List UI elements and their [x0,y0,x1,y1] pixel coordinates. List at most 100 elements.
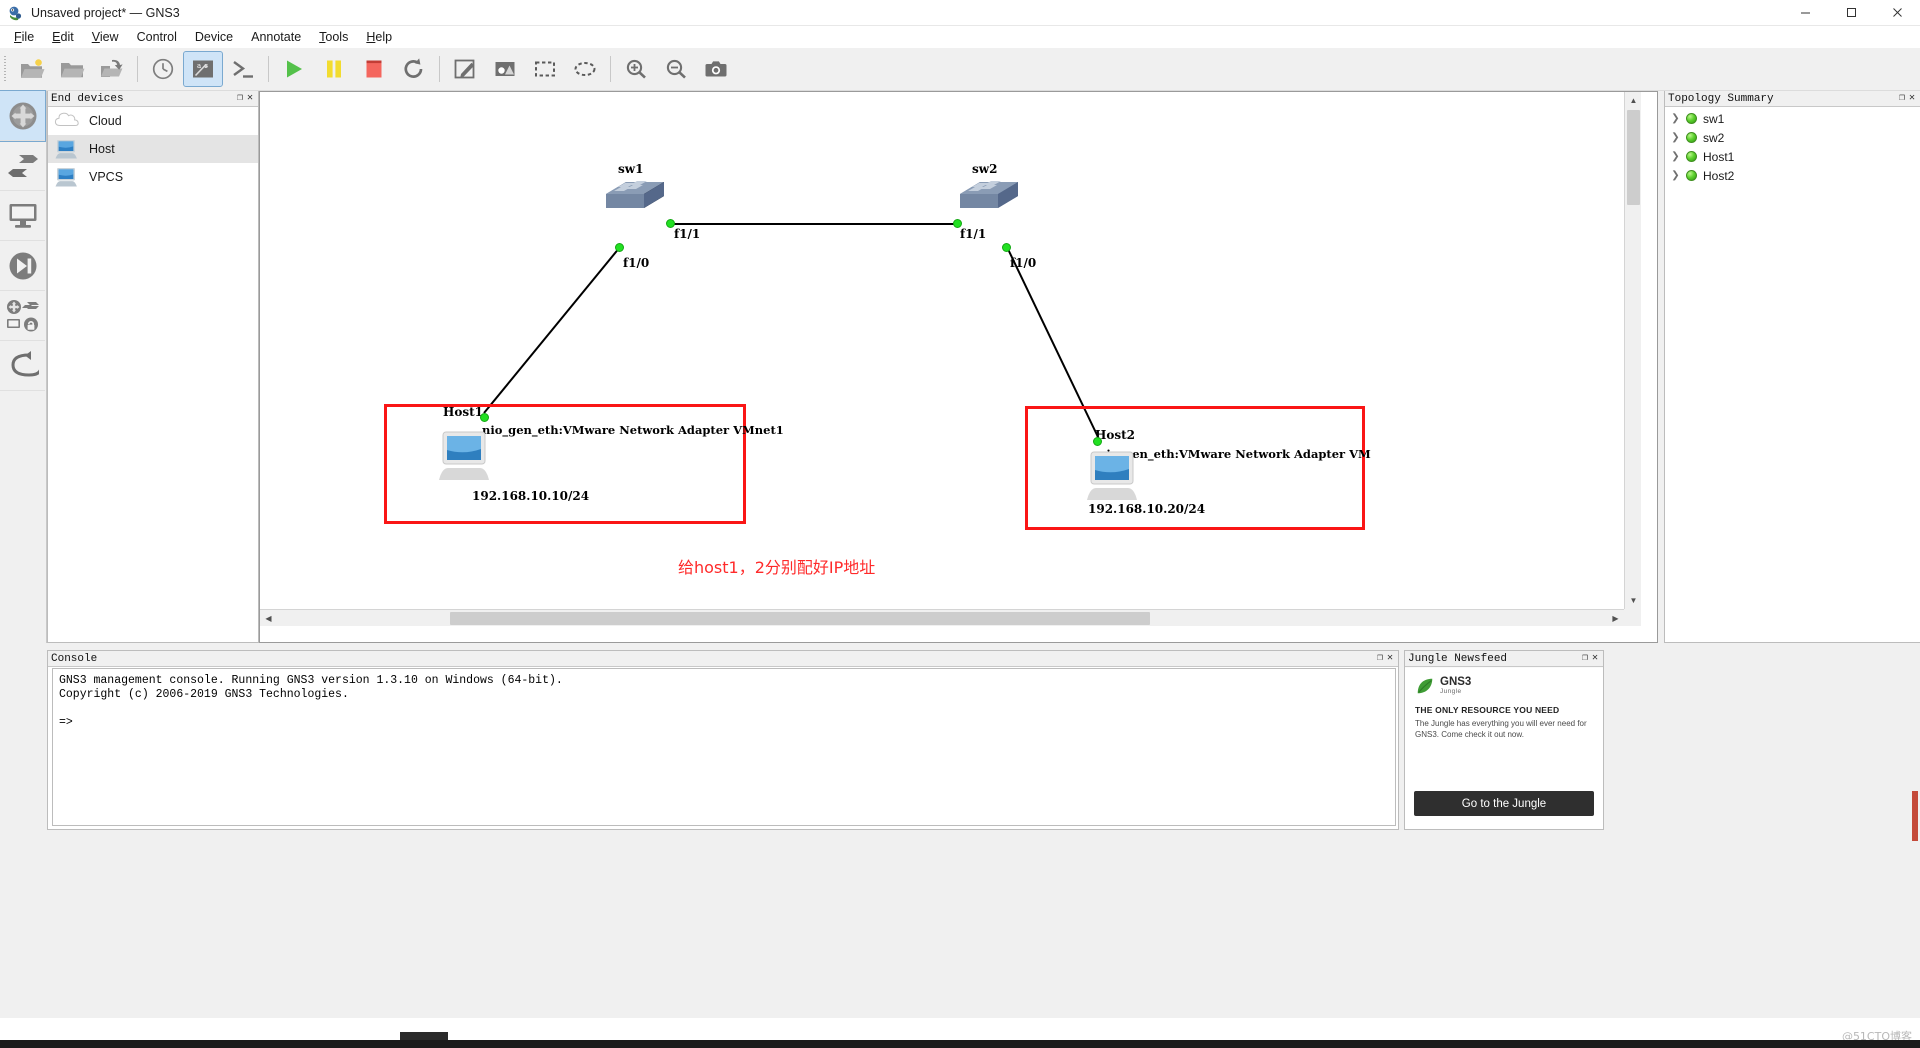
taskbar-strip [0,1040,1920,1048]
ip-label-host2[interactable]: 192.168.10.20/24 [1088,502,1205,516]
save-project-as-icon[interactable] [93,52,131,86]
topology-node-host2[interactable]: ❯ Host2 [1665,166,1920,185]
jungle-newsfeed-panel: Jungle Newsfeed ❐ ✕ GNS3 Jungle THE ONLY… [1404,650,1604,830]
menu-control[interactable]: Control [128,28,186,46]
node-label-host1[interactable]: Host1 [443,405,483,419]
toolbar-grip[interactable] [2,56,9,82]
console-prompt: => [59,716,73,729]
rail-switches-icon[interactable] [0,141,45,191]
console-output[interactable]: GNS3 management console. Running GNS3 ve… [52,668,1396,826]
scroll-right-arrow[interactable]: ▶ [1607,610,1624,626]
vertical-scroll-thumb[interactable] [1627,110,1640,205]
new-project-icon[interactable] [13,52,51,86]
menu-file[interactable]: File [5,28,43,46]
float-icon[interactable]: ❐ [1899,93,1905,104]
go-to-jungle-button[interactable]: Go to the Jungle [1414,791,1594,816]
node-label-sw2[interactable]: sw2 [972,162,997,176]
chevron-right-icon[interactable]: ❯ [1671,170,1680,181]
insert-picture-icon[interactable] [486,52,524,86]
rail-security-devices-icon[interactable] [0,241,45,291]
reload-all-icon[interactable] [395,52,433,86]
zoom-out-icon[interactable] [657,52,695,86]
interface-label-sw1-f1-1[interactable]: f1/1 [674,227,700,241]
screenshot-icon[interactable] [697,52,735,86]
menu-annotate[interactable]: Annotate [242,28,310,46]
canvas-horizontal-scrollbar[interactable]: ◀ ▶ [260,609,1641,626]
topology-node-sw2[interactable]: ❯ sw2 [1665,128,1920,147]
start-all-icon[interactable] [275,52,313,86]
stop-all-icon[interactable] [355,52,393,86]
device-item-host[interactable]: Host [48,135,258,163]
link-sw1-host1[interactable] [483,246,621,414]
draw-ellipse-icon[interactable] [566,52,604,86]
draw-rectangle-icon[interactable] [526,52,564,86]
scroll-down-arrow[interactable]: ▼ [1625,592,1641,609]
close-icon[interactable]: ✕ [1909,93,1915,104]
canvas-vertical-scrollbar[interactable]: ▲ ▼ [1624,92,1641,626]
menu-view[interactable]: View [83,28,128,46]
float-icon[interactable]: ❐ [1377,653,1383,664]
close-icon[interactable]: ✕ [247,93,253,104]
topology-node-label: sw1 [1703,111,1725,126]
interface-label-sw2-f1-0[interactable]: f1/0 [1010,256,1036,270]
console-all-icon[interactable] [224,52,262,86]
rail-routers-icon[interactable] [0,90,46,142]
close-icon[interactable]: ✕ [1592,653,1598,664]
device-item-vpcs[interactable]: VPCS [48,163,258,191]
rail-all-devices-icon[interactable] [0,291,45,341]
menu-edit[interactable]: Edit [43,28,83,46]
snapshot-clock-icon[interactable] [144,52,182,86]
close-button[interactable] [1874,0,1920,26]
end-devices-panel-title: End devices [51,92,124,105]
close-icon[interactable]: ✕ [1387,653,1393,664]
float-icon[interactable]: ❐ [1582,653,1588,664]
add-note-icon[interactable] [446,52,484,86]
menu-device[interactable]: Device [186,28,242,46]
node-host1[interactable] [437,430,495,482]
topology-summary-header: Topology Summary ❐ ✕ [1665,91,1920,107]
node-label-sw1[interactable]: sw1 [618,162,643,176]
horizontal-scroll-thumb[interactable] [450,612,1150,625]
ip-label-host1[interactable]: 192.168.10.10/24 [472,489,589,503]
zoom-in-icon[interactable] [617,52,655,86]
taskbar-item[interactable] [400,1032,448,1040]
port-led-sw1-f1-0[interactable] [615,243,624,252]
port-led-host2[interactable] [1093,437,1102,446]
chinese-annotation[interactable]: 给host1，2分别配好IP地址 [678,554,875,578]
port-led-sw2-f1-0[interactable] [1002,243,1011,252]
console-line: GNS3 management console. Running GNS3 ve… [59,674,563,687]
interface-label-sw1-f1-0[interactable]: f1/0 [623,256,649,270]
device-item-label: Cloud [89,114,122,128]
menu-help[interactable]: Help [357,28,401,46]
toolbar-separator [610,56,611,82]
pause-all-icon[interactable] [315,52,353,86]
float-icon[interactable]: ❐ [237,93,243,104]
minimize-button[interactable] [1782,0,1828,26]
scroll-left-arrow[interactable]: ◀ [260,610,277,626]
show-interface-labels-icon[interactable]: a c [183,51,223,87]
node-sw1[interactable] [604,178,666,212]
menu-tools[interactable]: Tools [310,28,357,46]
topology-summary-list: ❯ sw1 ❯ sw2 ❯ Host1 ❯ Host2 [1665,107,1920,185]
chevron-right-icon[interactable]: ❯ [1671,151,1680,162]
open-project-icon[interactable] [53,52,91,86]
device-item-cloud[interactable]: Cloud [48,107,258,135]
topology-summary-title: Topology Summary [1668,92,1774,105]
rail-add-link-icon[interactable] [0,341,45,391]
interface-label-host1[interactable]: nio_gen_eth:VMware Network Adapter VMnet… [482,423,784,437]
rail-end-devices-icon[interactable] [0,191,45,241]
topology-canvas[interactable]: sw1 f1/1 f1/0 sw2 f1/1 f1/0 Host1 nio_ge… [260,92,1641,626]
topology-node-host1[interactable]: ❯ Host1 [1665,147,1920,166]
scroll-up-arrow[interactable]: ▲ [1625,92,1641,109]
status-led-icon [1686,170,1697,181]
chevron-right-icon[interactable]: ❯ [1671,113,1680,124]
topology-node-sw1[interactable]: ❯ sw1 [1665,109,1920,128]
port-led-host1[interactable] [480,413,489,422]
topology-summary-panel: Topology Summary ❐ ✕ ❯ sw1 ❯ sw2 ❯ Host1 [1664,91,1920,841]
maximize-button[interactable] [1828,0,1874,26]
interface-label-sw2-f1-1[interactable]: f1/1 [960,227,986,241]
node-sw2[interactable] [958,178,1020,212]
chevron-right-icon[interactable]: ❯ [1671,132,1680,143]
node-host2[interactable] [1085,450,1143,502]
jungle-brand-sub: Jungle [1440,688,1462,695]
